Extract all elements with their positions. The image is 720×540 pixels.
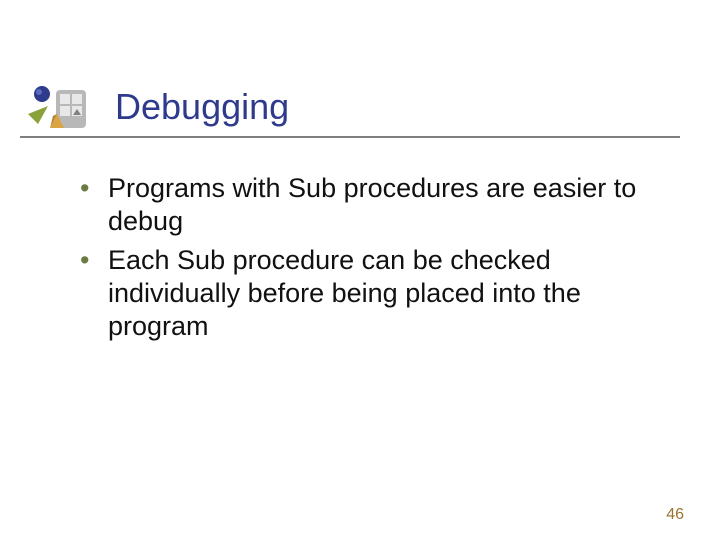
bullet-list: Programs with Sub procedures are easier … — [70, 172, 640, 343]
slide: Debugging Programs with Sub procedures a… — [0, 0, 720, 540]
slide-body: Programs with Sub procedures are easier … — [70, 172, 640, 349]
logo-icon — [20, 84, 92, 132]
slide-title: Debugging — [115, 86, 289, 128]
title-underline — [20, 136, 680, 138]
slide-header: Debugging — [20, 84, 680, 154]
list-item: Programs with Sub procedures are easier … — [70, 172, 640, 238]
list-item: Each Sub procedure can be checked indivi… — [70, 244, 640, 343]
page-number: 46 — [666, 506, 684, 524]
